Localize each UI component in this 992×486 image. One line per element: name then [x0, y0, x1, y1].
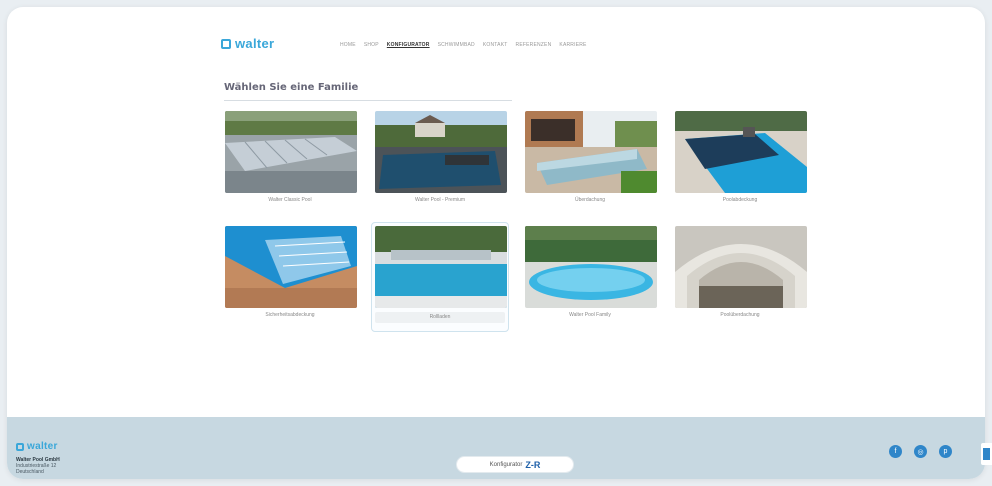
nav-item-referenzen[interactable]: Referenzen — [516, 42, 552, 48]
family-card-selected[interactable]: Rollladen — [371, 222, 509, 332]
family-thumbnail — [675, 111, 807, 193]
family-label: Überdachung — [574, 197, 606, 203]
social-links: f ◎ p — [889, 445, 952, 458]
nav-item-schwimmbad[interactable]: Schwimmbad — [438, 42, 475, 48]
footer-logo-text: walter — [27, 441, 58, 452]
family-card[interactable]: Poolüberdachung — [671, 222, 809, 332]
facebook-icon[interactable]: f — [889, 445, 902, 458]
side-tab[interactable] — [981, 443, 992, 465]
family-thumbnail — [225, 111, 357, 193]
footer-button-label: Konfigurator — [489, 461, 523, 468]
pinterest-icon[interactable]: p — [939, 445, 952, 458]
footer-logo[interactable]: walter — [16, 441, 58, 452]
footer-company-info: Walter Pool GmbH Industriestraße 12 Deut… — [16, 457, 60, 475]
logo[interactable]: walter — [221, 36, 274, 51]
footer-configurator-button[interactable]: Konfigurator Z-R — [456, 456, 574, 473]
family-thumbnail — [675, 226, 807, 308]
nav-item-karriere[interactable]: Karriere — [559, 42, 586, 48]
title-divider — [224, 100, 512, 101]
family-thumbnail — [525, 111, 657, 193]
family-card[interactable]: Überdachung — [521, 107, 659, 217]
nav-item-konfigurator[interactable]: Konfigurator — [387, 42, 430, 48]
company-country: Deutschland — [16, 469, 44, 475]
family-label: Poolabdeckung — [722, 197, 758, 203]
family-card[interactable]: Walter Pool - Premium — [371, 107, 509, 217]
family-thumbnail — [525, 226, 657, 308]
nav-item-shop[interactable]: Shop — [364, 42, 379, 48]
family-card[interactable]: Walter Pool Family — [521, 222, 659, 332]
family-label: Walter Pool Family — [569, 312, 611, 318]
family-label: Walter Pool - Premium — [414, 197, 466, 203]
footer: walter Walter Pool GmbH Industriestraße … — [7, 417, 985, 479]
family-thumbnail — [375, 111, 507, 193]
family-label: Sicherheitsabdeckung — [265, 312, 315, 318]
nav-item-home[interactable]: Home — [340, 42, 356, 48]
page-title: Wählen Sie eine Familie — [224, 82, 359, 93]
family-card[interactable]: Poolabdeckung — [671, 107, 809, 217]
logo-text: walter — [235, 36, 275, 51]
side-tab-icon — [983, 448, 990, 460]
family-thumbnail — [375, 226, 507, 308]
logo-mark-icon — [221, 38, 231, 49]
family-label: Walter Classic Pool — [268, 197, 312, 203]
instagram-icon[interactable]: ◎ — [914, 445, 927, 458]
header: walter Home Shop Konfigurator Schwimmbad… — [7, 7, 985, 77]
family-card[interactable]: Sicherheitsabdeckung — [221, 222, 359, 332]
footer-button-mark: Z-R — [525, 459, 541, 470]
page-card: walter Home Shop Konfigurator Schwimmbad… — [7, 7, 985, 479]
main-nav: Home Shop Konfigurator Schwimmbad Kontak… — [340, 42, 587, 48]
nav-item-kontakt[interactable]: Kontakt — [483, 42, 508, 48]
family-card[interactable]: Walter Classic Pool — [221, 107, 359, 217]
family-thumbnail — [225, 226, 357, 308]
family-grid: Walter Classic Pool Walter Pool - Premiu… — [218, 102, 809, 332]
family-label: Poolüberdachung — [720, 312, 760, 318]
family-label: Rollladen — [375, 312, 505, 323]
logo-mark-icon — [16, 442, 24, 451]
